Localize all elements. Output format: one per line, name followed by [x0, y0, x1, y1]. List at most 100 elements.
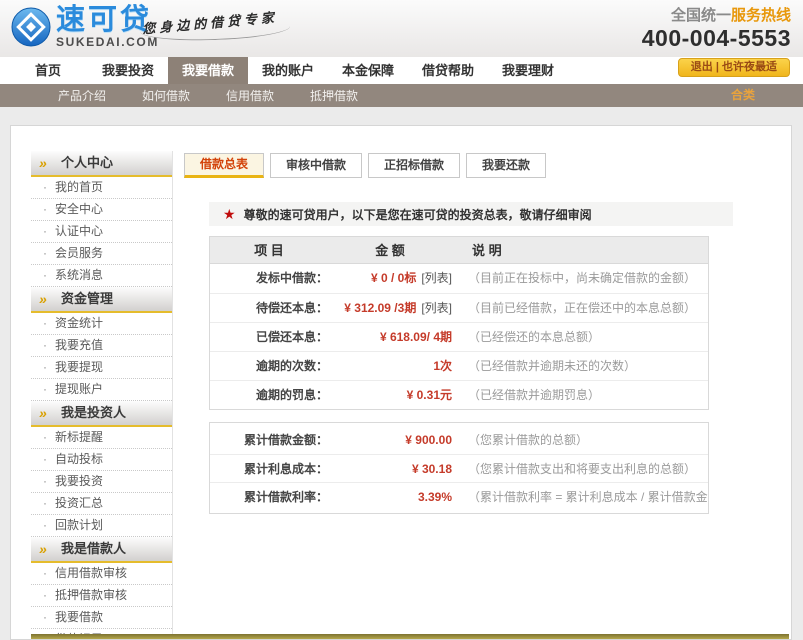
logout-button[interactable]: 退出 | 也许夜最适 — [678, 58, 790, 77]
double-chevron-icon: » — [39, 151, 47, 175]
subnav-item-3[interactable]: 抵押借款 — [310, 87, 358, 104]
tab-1[interactable]: 审核中借款 — [270, 153, 362, 178]
sidebar-item-label: 信用借款审核 — [55, 566, 127, 580]
sidebar-item[interactable]: ·我要投资 — [31, 471, 172, 493]
summary-amount-cell: ¥ 30.18 — [328, 455, 458, 482]
subnav-item-2[interactable]: 信用借款 — [226, 87, 274, 104]
row-item-label: 已偿还本息： — [210, 323, 328, 351]
table-row: 待偿还本息：¥ 312.09 /3期[列表]（目前已经借款，正在偿还中的本息总额… — [210, 293, 708, 322]
sidebar-item[interactable]: ·新标提醒 — [31, 427, 172, 449]
hotline-label-gray: 全国统一 — [671, 7, 731, 24]
notice-text: 尊敬的速可贷用户，以下是您在速可贷的投资总表，敬请仔细审阅 — [244, 206, 592, 223]
table-row: 逾期的罚息：¥ 0.31元（已经借款并逾期罚息） — [210, 380, 708, 409]
list-link[interactable]: [列表] — [421, 271, 452, 285]
sidebar-item-label: 系统消息 — [55, 268, 103, 282]
double-chevron-icon: » — [39, 401, 47, 425]
nav-item-2[interactable]: 我要借款 — [168, 57, 248, 84]
sidebar-item-label: 会员服务 — [55, 246, 103, 260]
main-panel: 借款总表审核中借款正招标借款我要还款 ★ 尊敬的速可贷用户，以下是您在速可贷的投… — [184, 153, 781, 514]
nav-item-4[interactable]: 本金保障 — [328, 57, 408, 84]
summary-amount-cell: ¥ 900.00 — [328, 426, 458, 454]
sidebar-section-header-0[interactable]: »个人中心 — [31, 151, 172, 177]
bullet-icon: · — [43, 335, 47, 356]
logo[interactable]: 速可贷 SUKEDAI.COM — [10, 6, 159, 48]
sidebar-item[interactable]: ·系统消息 — [31, 265, 172, 287]
sidebar-item[interactable]: · 我要借款 — [31, 607, 172, 629]
row-amount: 1次 — [433, 359, 452, 373]
row-amount-cell: ¥ 0 / 0标 [列表] — [328, 264, 458, 293]
sidebar-item-label: 提现账户 — [55, 382, 103, 396]
sidebar-item-label: 认证中心 — [55, 224, 103, 238]
bullet-icon: · — [43, 313, 47, 334]
brand-domain: SUKEDAI.COM — [56, 36, 159, 48]
sidebar-section-header-2[interactable]: »我是投资人 — [31, 401, 172, 427]
nav-item-0[interactable]: 首页 — [8, 57, 88, 84]
row-amount-cell: 1次 — [328, 352, 458, 380]
bullet-icon: · — [43, 449, 47, 470]
row-amount: ¥ 618.09/ 4期 — [380, 330, 452, 344]
col-header-desc: 说 明 — [458, 237, 708, 263]
sidebar-item[interactable]: · 我要充值 — [31, 335, 172, 357]
summary-row: 累计借款利率：3.39%（累计借款利率 = 累计利息成本 / 累计借款金额） — [210, 482, 708, 510]
subnav-item-0[interactable]: 产品介绍 — [58, 87, 106, 104]
bullet-icon: · — [43, 471, 47, 492]
bullet-icon: · — [43, 199, 47, 220]
sidebar: »个人中心·我的首页·安全中心·认证中心·会员服务·系统消息»资金管理·资金统计… — [31, 151, 173, 640]
sidebar-item[interactable]: · 自动投标 — [31, 449, 172, 471]
row-amount-cell: ¥ 618.09/ 4期 — [328, 323, 458, 351]
loan-summary-table: 项 目 金 额 说 明 发标中借款： ¥ 0 / 0标 [列表] （目前正在投标中，尚… — [209, 236, 709, 410]
sidebar-section-header-1[interactable]: »资金管理 — [31, 287, 172, 313]
sidebar-item[interactable]: ·抵押借款审核 — [31, 585, 172, 607]
table-header-row: 项 目 金 额 说 明 — [210, 237, 708, 264]
bullet-icon: · — [43, 357, 47, 378]
row-description: （已经偿还的本息总额） — [458, 323, 708, 351]
nav-item-5[interactable]: 借贷帮助 — [408, 57, 488, 84]
summary-description: （您累计借款支出和将要支出利息的总额） — [458, 455, 708, 482]
sidebar-item[interactable]: ·我的首页 — [31, 177, 172, 199]
nav-item-6[interactable]: 我要理财 — [488, 57, 568, 84]
sidebar-section-title: 资金管理 — [61, 291, 113, 306]
bullet-icon: · — [43, 177, 47, 198]
sidebar-item[interactable]: ·投资汇总 — [31, 493, 172, 515]
sub-nav: 合类 产品介绍如何借款信用借款抵押借款 — [0, 84, 803, 107]
sidebar-section-header-3[interactable]: »我是借款人 — [31, 537, 172, 563]
row-amount-cell: ¥ 312.09 /3期 [列表] — [328, 294, 458, 322]
sidebar-item[interactable]: ·认证中心 — [31, 221, 172, 243]
tab-bar: 借款总表审核中借款正招标借款我要还款 — [184, 153, 781, 178]
row-amount: ¥ 312.09 /3期 — [344, 301, 416, 315]
row-item-label: 逾期的次数： — [210, 352, 328, 380]
bullet-icon: · — [43, 563, 47, 584]
subnav-item-1[interactable]: 如何借款 — [142, 87, 190, 104]
tab-2[interactable]: 正招标借款 — [368, 153, 460, 178]
sidebar-item-label: 安全中心 — [55, 202, 103, 216]
row-amount: ¥ 0.31元 — [407, 388, 452, 402]
summary-item-label: 累计利息成本： — [210, 455, 328, 482]
row-amount: ¥ 0 / 0标 — [371, 271, 416, 285]
sidebar-item-label: 我要充值 — [55, 338, 103, 352]
sidebar-item[interactable]: ·提现账户 — [31, 379, 172, 401]
sidebar-item-label: 资金统计 — [55, 316, 103, 330]
list-link[interactable]: [列表] — [421, 301, 452, 315]
row-description: （目前正在投标中，尚未确定借款的金额） — [458, 264, 708, 293]
bullet-icon: · — [43, 493, 47, 514]
table-row: 发标中借款： ¥ 0 / 0标 [列表] （目前正在投标中，尚未确定借款的金额） — [210, 264, 708, 293]
sidebar-item[interactable]: ·我要提现 — [31, 357, 172, 379]
sidebar-item-label: 自动投标 — [55, 452, 103, 466]
tab-0[interactable]: 借款总表 — [184, 153, 264, 178]
star-icon: ★ — [223, 206, 236, 223]
nav-item-1[interactable]: 我要投资 — [88, 57, 168, 84]
bullet-icon: · — [43, 607, 47, 628]
bullet-icon: · — [43, 515, 47, 536]
nav-item-3[interactable]: 我的账户 — [248, 57, 328, 84]
sidebar-item[interactable]: · 资金统计 — [31, 313, 172, 335]
sidebar-item[interactable]: · 信用借款审核 — [31, 563, 172, 585]
bullet-icon: · — [43, 585, 47, 606]
sidebar-item[interactable]: ·回款计划 — [31, 515, 172, 537]
tab-3[interactable]: 我要还款 — [466, 153, 546, 178]
row-item-label: 发标中借款： — [210, 264, 328, 293]
summary-item-label: 累计借款利率： — [210, 483, 328, 510]
sidebar-item[interactable]: · 安全中心 — [31, 199, 172, 221]
row-amount-cell: ¥ 0.31元 — [328, 381, 458, 409]
sidebar-item-label: 我要借款 — [55, 610, 103, 624]
sidebar-item[interactable]: ·会员服务 — [31, 243, 172, 265]
